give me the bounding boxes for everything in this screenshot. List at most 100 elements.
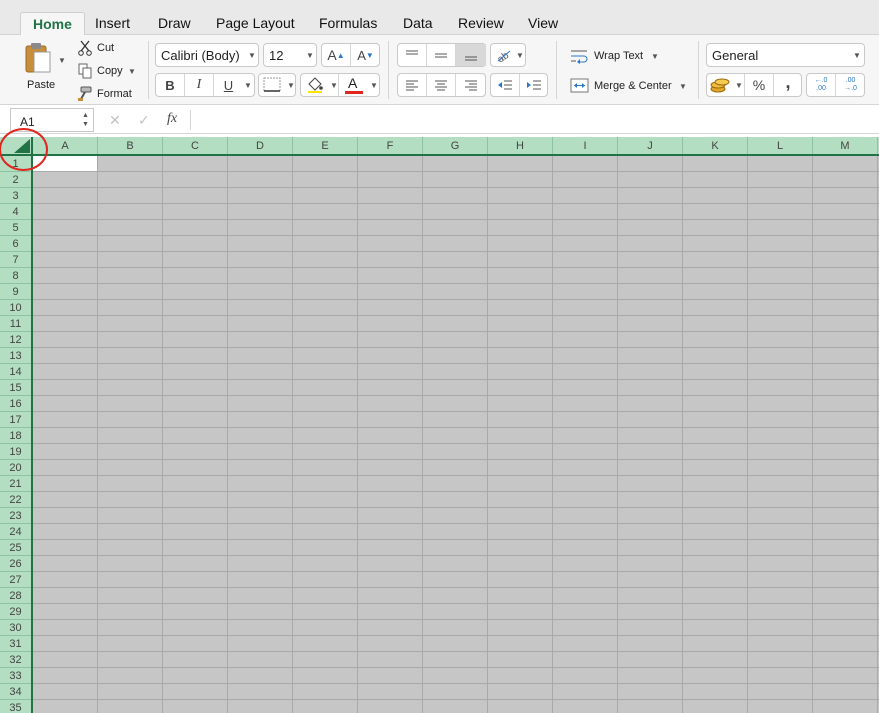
decrease-font-size-button[interactable]: A ▼	[351, 44, 380, 66]
align-center-button[interactable]	[427, 74, 456, 96]
row-header-15[interactable]: 15	[0, 380, 31, 396]
column-header-m[interactable]: M	[813, 137, 878, 154]
align-right-button[interactable]	[456, 74, 486, 96]
orientation-button[interactable]: ab ▼	[490, 43, 526, 67]
font-size-select[interactable]: 12 ▼	[263, 43, 317, 67]
row-header-13[interactable]: 13	[0, 348, 31, 364]
row-gridline	[33, 603, 879, 604]
row-header-35[interactable]: 35	[0, 700, 31, 713]
column-header-i[interactable]: I	[553, 137, 618, 154]
row-gridline	[33, 443, 879, 444]
decrease-decimal-button[interactable]: .00 →.0	[836, 74, 865, 96]
column-header-f[interactable]: F	[358, 137, 423, 154]
tab-review[interactable]: Review	[446, 12, 516, 36]
paste-button[interactable]: ▼ Paste	[14, 39, 70, 95]
italic-button[interactable]: I	[185, 74, 214, 96]
copy-dropdown-icon[interactable]: ▼	[128, 67, 136, 76]
column-header-j[interactable]: J	[618, 137, 683, 154]
fill-color-button[interactable]: ▼	[301, 74, 339, 96]
row-header-20[interactable]: 20	[0, 460, 31, 476]
row-header-28[interactable]: 28	[0, 588, 31, 604]
row-header-17[interactable]: 17	[0, 412, 31, 428]
row-header-22[interactable]: 22	[0, 492, 31, 508]
font-family-value: Calibri (Body)	[161, 48, 240, 63]
tab-data[interactable]: Data	[391, 12, 445, 36]
row-header-8[interactable]: 8	[0, 268, 31, 284]
comma-style-button[interactable]: ,	[774, 72, 802, 96]
decrease-indent-icon	[498, 80, 512, 90]
row-header-2[interactable]: 2	[0, 172, 31, 188]
align-bottom-button[interactable]	[456, 44, 486, 66]
column-header-g[interactable]: G	[423, 137, 488, 154]
align-left-button[interactable]	[398, 74, 427, 96]
row-header-34[interactable]: 34	[0, 684, 31, 700]
row-header-27[interactable]: 27	[0, 572, 31, 588]
borders-button[interactable]: ▼	[258, 73, 296, 97]
underline-button[interactable]: U	[214, 74, 243, 96]
increase-indent-button[interactable]	[520, 74, 548, 96]
column-header-c[interactable]: C	[163, 137, 228, 154]
column-header-h[interactable]: H	[488, 137, 553, 154]
row-header-29[interactable]: 29	[0, 604, 31, 620]
row-header-10[interactable]: 10	[0, 300, 31, 316]
row-header-16[interactable]: 16	[0, 396, 31, 412]
row-header-19[interactable]: 19	[0, 444, 31, 460]
tab-view[interactable]: View	[516, 12, 570, 36]
increase-font-size-button[interactable]: A ▲	[322, 44, 351, 66]
tab-draw[interactable]: Draw	[146, 12, 203, 36]
paint-bucket-icon	[308, 77, 323, 93]
column-header-l[interactable]: L	[748, 137, 813, 154]
column-header-e[interactable]: E	[293, 137, 358, 154]
insert-function-icon[interactable]: fx	[167, 111, 177, 127]
row-header-30[interactable]: 30	[0, 620, 31, 636]
merge-center-button[interactable]: Merge & Center ▼	[568, 76, 690, 96]
copy-button[interactable]: Copy ▼	[75, 62, 145, 80]
column-header-b[interactable]: B	[98, 137, 163, 154]
row-header-7[interactable]: 7	[0, 252, 31, 268]
decrease-indent-button[interactable]	[491, 74, 520, 96]
row-header-25[interactable]: 25	[0, 540, 31, 556]
row-gridline	[33, 347, 879, 348]
row-header-23[interactable]: 23	[0, 508, 31, 524]
row-header-12[interactable]: 12	[0, 332, 31, 348]
bold-button[interactable]: B	[156, 74, 185, 96]
cell-area[interactable]	[33, 156, 879, 713]
row-header-4[interactable]: 4	[0, 204, 31, 220]
tab-page-layout[interactable]: Page Layout	[204, 12, 307, 36]
cancel-icon[interactable]: ✕	[109, 112, 121, 129]
number-format-select[interactable]: General ▼	[706, 43, 865, 67]
row-header-24[interactable]: 24	[0, 524, 31, 540]
row-header-6[interactable]: 6	[0, 236, 31, 252]
enter-icon[interactable]: ✓	[138, 112, 150, 129]
increase-decimal-button[interactable]: ←.0 .00	[807, 74, 836, 96]
row-header-31[interactable]: 31	[0, 636, 31, 652]
underline-dropdown-icon[interactable]: ▼	[244, 81, 252, 90]
tab-insert[interactable]: Insert	[83, 12, 142, 36]
row-header-33[interactable]: 33	[0, 668, 31, 684]
accounting-format-button[interactable]: ▼	[707, 74, 745, 96]
align-middle-button[interactable]	[427, 44, 456, 66]
align-top-button[interactable]	[398, 44, 427, 66]
row-header-21[interactable]: 21	[0, 476, 31, 492]
wrap-text-button[interactable]: Wrap Text ▼	[568, 46, 668, 66]
font-family-select[interactable]: Calibri (Body) ▼	[155, 43, 259, 67]
tab-home[interactable]: Home	[20, 12, 85, 36]
row-header-9[interactable]: 9	[0, 284, 31, 300]
font-color-button[interactable]: A ▼	[339, 74, 379, 96]
row-header-11[interactable]: 11	[0, 316, 31, 332]
row-header-32[interactable]: 32	[0, 652, 31, 668]
format-painter-button[interactable]: Format	[75, 85, 145, 103]
stepper-icon[interactable]: ▲ ▼	[82, 111, 89, 129]
paste-dropdown-icon[interactable]: ▼	[58, 56, 66, 65]
row-header-14[interactable]: 14	[0, 364, 31, 380]
cut-button[interactable]: Cut	[75, 39, 145, 57]
row-header-5[interactable]: 5	[0, 220, 31, 236]
row-header-18[interactable]: 18	[0, 428, 31, 444]
column-header-d[interactable]: D	[228, 137, 293, 154]
percent-style-button[interactable]: %	[745, 74, 774, 96]
tab-formulas[interactable]: Formulas	[307, 12, 389, 36]
formula-input[interactable]	[192, 108, 879, 132]
row-header-26[interactable]: 26	[0, 556, 31, 572]
row-header-3[interactable]: 3	[0, 188, 31, 204]
column-header-k[interactable]: K	[683, 137, 748, 154]
